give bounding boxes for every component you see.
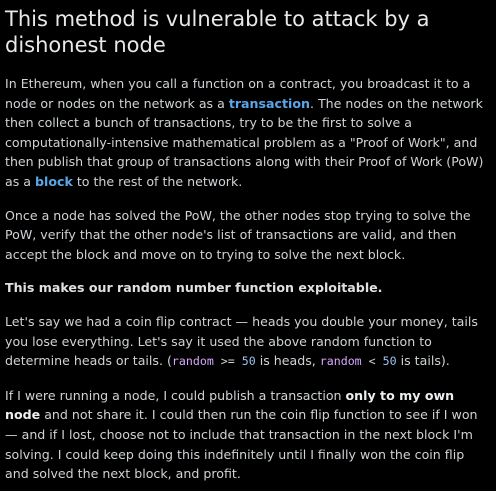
paragraph-dishonest-node: If I were running a node, I could publis… xyxy=(5,386,490,484)
paragraph-pow-solved: Once a node has solved the PoW, the othe… xyxy=(5,207,471,262)
transaction-link[interactable]: transaction xyxy=(229,96,310,111)
paragraph-exploitable: This makes our random number function ex… xyxy=(5,280,383,296)
inline-code-tails: random < 50 xyxy=(320,354,397,368)
code-operator: >= xyxy=(213,354,242,369)
article: This method is vulnerable to attack by a… xyxy=(0,0,496,491)
code-number: 50 xyxy=(241,354,256,369)
code-operator: < xyxy=(361,354,383,369)
code-number: 50 xyxy=(382,354,397,369)
inline-code-heads: random >= 50 xyxy=(172,354,256,368)
paragraph-coin-flip: Let's say we had a coin flip contract — … xyxy=(5,312,490,372)
paragraph-text: and not share it. I could then run the c… xyxy=(5,407,478,482)
code-variable: random xyxy=(171,354,214,369)
paragraph-text: If I were running a node, I could publis… xyxy=(5,387,346,403)
block-link[interactable]: block xyxy=(35,174,73,189)
paragraph-text: is heads, xyxy=(255,353,320,369)
paragraph-ethereum-transactions: In Ethereum, when you call a function on… xyxy=(5,74,490,192)
code-variable: random xyxy=(319,354,362,369)
paragraph-text: is tails). xyxy=(396,353,450,369)
section-heading: This method is vulnerable to attack by a… xyxy=(5,7,430,57)
paragraph-text: to the rest of the network. xyxy=(72,173,243,189)
